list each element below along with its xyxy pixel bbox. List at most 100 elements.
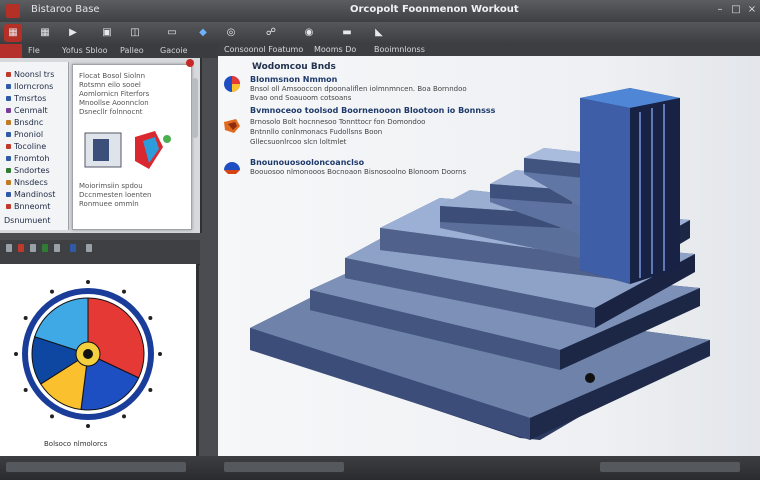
tree-item[interactable]: Tocoline xyxy=(6,142,46,152)
doc-line: Rotsmn eilo sooel xyxy=(79,81,141,89)
part-thumbnail xyxy=(84,131,171,169)
pie-tick xyxy=(23,316,28,320)
tool-icon[interactable] xyxy=(6,244,12,252)
save-icon[interactable]: ▣ xyxy=(100,24,114,42)
tree-item[interactable]: Bnsdnc xyxy=(6,118,43,128)
main-title: Wodomcou Bnds xyxy=(252,62,336,72)
pie-chart-icon xyxy=(224,76,240,92)
doc-line: Dsnecllr folnnocnt xyxy=(79,108,143,116)
tree-node-icon xyxy=(6,108,11,113)
pie-center-dot xyxy=(83,349,93,359)
feature-tree-panel: Noonsl trs Ilorncrons Tmsrtos Cenmalt Bn… xyxy=(0,58,202,233)
gear-part-icon xyxy=(224,119,240,133)
play-icon[interactable]: ▶ xyxy=(66,24,80,42)
menu-item-file[interactable]: Fle xyxy=(28,46,40,55)
panel-close-icon[interactable] xyxy=(186,59,194,67)
header-item[interactable]: Consoonol Foatumo xyxy=(224,45,303,54)
tree-node-icon xyxy=(6,84,11,89)
tree-node-icon xyxy=(6,72,11,77)
pie-tick xyxy=(23,388,28,392)
tree-item[interactable]: Ilorncrons xyxy=(6,82,53,92)
drawing-icon[interactable]: ▭ xyxy=(160,24,184,42)
link-icon[interactable]: ☍ xyxy=(264,24,278,42)
pie-tick xyxy=(50,289,54,294)
tree-item[interactable]: Bnneomt xyxy=(6,202,50,212)
minimize-icon[interactable]: – xyxy=(712,3,728,17)
window-title: Orcopolt Foonmenon Workout xyxy=(350,4,519,15)
feature-tree: Noonsl trs Ilorncrons Tmsrtos Cenmalt Bn… xyxy=(0,62,69,230)
tree-item[interactable]: Noonsl trs xyxy=(6,70,54,80)
tool-icon[interactable] xyxy=(18,244,24,252)
tree-node-icon xyxy=(6,96,11,101)
component-icon[interactable]: ◣ xyxy=(372,24,386,42)
chart-panel: Bolsoco nlmolorcs xyxy=(0,264,199,456)
globe-part-icon xyxy=(224,162,240,174)
tool-icon[interactable] xyxy=(30,244,36,252)
pie-tick xyxy=(86,424,90,428)
doc-line: Ronmuee ommln xyxy=(79,200,139,208)
menu-item-2[interactable]: Yofus Sbloo xyxy=(62,46,107,55)
status-segment xyxy=(224,462,344,472)
app-title: Bistaroo Base xyxy=(31,4,100,15)
model-icon[interactable]: ◫ xyxy=(128,24,142,42)
3d-stepped-model[interactable] xyxy=(240,78,730,450)
pie-tick xyxy=(50,414,54,419)
pie-tick xyxy=(158,352,162,356)
tool-icon[interactable] xyxy=(70,244,76,252)
menu-item-3[interactable]: Palleo xyxy=(120,46,144,55)
chart-panel-toolbar xyxy=(0,240,200,265)
ribbon-toolbar: ▦ ▦ ▶ ▣ ◫ ▭ ◆ ◎ ☍ ◉ ▬ ◣ xyxy=(0,22,760,45)
tree-item[interactable]: Nnsdecs xyxy=(6,178,48,188)
tree-node-icon xyxy=(6,132,11,137)
tree-item[interactable]: Fnomtoh xyxy=(6,154,49,164)
close-icon[interactable]: × xyxy=(744,3,760,17)
menu-bar: Fle Yofus Sbloo Palleo Gacoie xyxy=(0,44,218,58)
pie-chart[interactable] xyxy=(14,274,162,436)
tree-item[interactable]: Cenmalt xyxy=(6,106,48,116)
pie-tick xyxy=(14,352,18,356)
tree-item[interactable]: Mandinost xyxy=(6,190,55,200)
document-preview: Flocat Bosol Siolnn Rotsmn eilo sooel Ao… xyxy=(72,64,192,230)
doc-line: Flocat Bosol Siolnn xyxy=(79,72,146,80)
main-header: Consoonol Foatumo Mooms Do Booimnlonss xyxy=(218,44,760,56)
app-logo-icon[interactable] xyxy=(6,4,20,18)
menu-flag-icon xyxy=(0,44,22,58)
pie-tick xyxy=(122,289,126,294)
pie-tick xyxy=(148,388,153,392)
tree-node-icon xyxy=(6,156,11,161)
header-item[interactable]: Booimnlonss xyxy=(374,45,425,54)
tool-icon[interactable] xyxy=(54,244,60,252)
tree-node-icon xyxy=(6,168,11,173)
chart-caption: Bolsoco nlmolorcs xyxy=(44,440,108,448)
menu-item-4[interactable]: Gacoie xyxy=(160,46,188,55)
tree-node-icon xyxy=(6,204,11,209)
doc-line: Dccnmesten loenten xyxy=(79,191,152,199)
header-item[interactable]: Mooms Do xyxy=(314,45,356,54)
ruler-icon[interactable]: ▬ xyxy=(340,24,354,42)
doc-line: Mnoollse Aoonnclon xyxy=(79,99,149,107)
tool-icon[interactable] xyxy=(42,244,48,252)
tree-item[interactable]: Pnoniol xyxy=(6,130,43,140)
grid-icon[interactable]: ▦ xyxy=(38,24,52,42)
tree-item[interactable]: Sndortes xyxy=(6,166,50,176)
tree-item[interactable]: Tmsrtos xyxy=(6,94,46,104)
status-bar xyxy=(0,456,760,480)
maximize-icon[interactable]: □ xyxy=(728,3,744,17)
tree-node-icon xyxy=(6,144,11,149)
title-bar: Bistaroo Base Orcopolt Foonmenon Workout… xyxy=(0,0,760,22)
view-icon[interactable]: ◉ xyxy=(302,24,316,42)
tree-node-icon xyxy=(6,192,11,197)
tree-node-icon xyxy=(6,120,11,125)
tool-icon[interactable] xyxy=(86,244,92,252)
pie-tick xyxy=(86,280,90,284)
app-menu-icon[interactable]: ▦ xyxy=(4,24,22,42)
tree-footer: Dsnumuent xyxy=(4,216,51,225)
doc-scrollbar[interactable] xyxy=(192,78,198,138)
status-segment xyxy=(6,462,186,472)
shape-icon[interactable]: ◆ xyxy=(196,24,210,42)
doc-line: Moiorimsiin spdou xyxy=(79,182,143,190)
doc-line: Aomlornicn Fiterfors xyxy=(79,90,150,98)
status-segment xyxy=(600,462,740,472)
pie-tick xyxy=(122,414,126,419)
globe-icon[interactable]: ◎ xyxy=(224,24,238,42)
